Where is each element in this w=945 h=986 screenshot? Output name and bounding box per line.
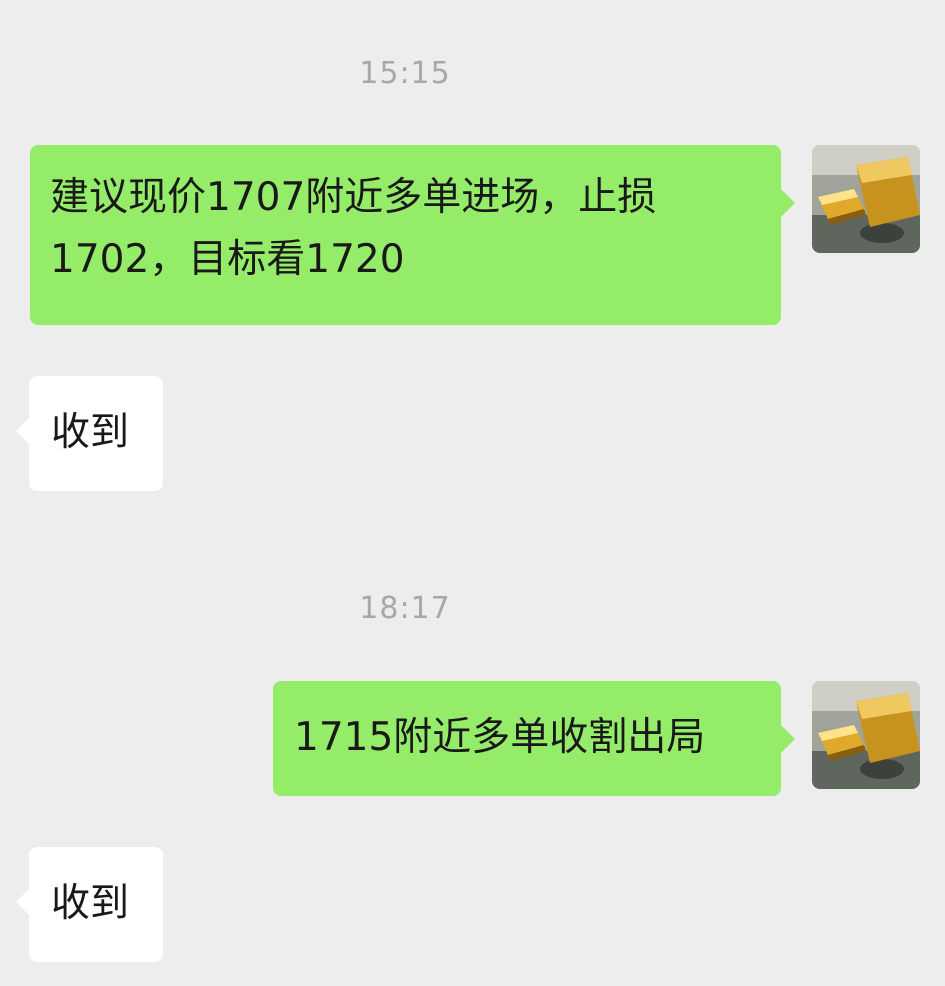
message-text: 收到 [51, 410, 130, 455]
outgoing-message-bubble[interactable]: 1715附近多单收割出局 [273, 681, 795, 796]
outgoing-message-bubble[interactable]: 建议现价1707附近多单进场，止损 1702，目标看1720 [30, 145, 795, 325]
gold-bar-avatar-icon [812, 145, 920, 253]
timestamp: 15:15 [359, 56, 451, 91]
incoming-message-bubble[interactable]: 收到 [16, 376, 163, 491]
message-text-line: 1702，目标看1720 [50, 237, 405, 282]
timestamp: 18:17 [359, 591, 451, 626]
user-avatar[interactable] [812, 145, 920, 253]
message-text: 收到 [51, 881, 130, 926]
gold-bar-avatar-icon [812, 681, 920, 789]
message-text-line: 建议现价1707附近多单进场，止损 [50, 175, 657, 220]
user-avatar[interactable] [812, 681, 920, 789]
incoming-message-bubble[interactable]: 收到 [16, 847, 163, 962]
message-text: 1715附近多单收割出局 [294, 715, 706, 760]
